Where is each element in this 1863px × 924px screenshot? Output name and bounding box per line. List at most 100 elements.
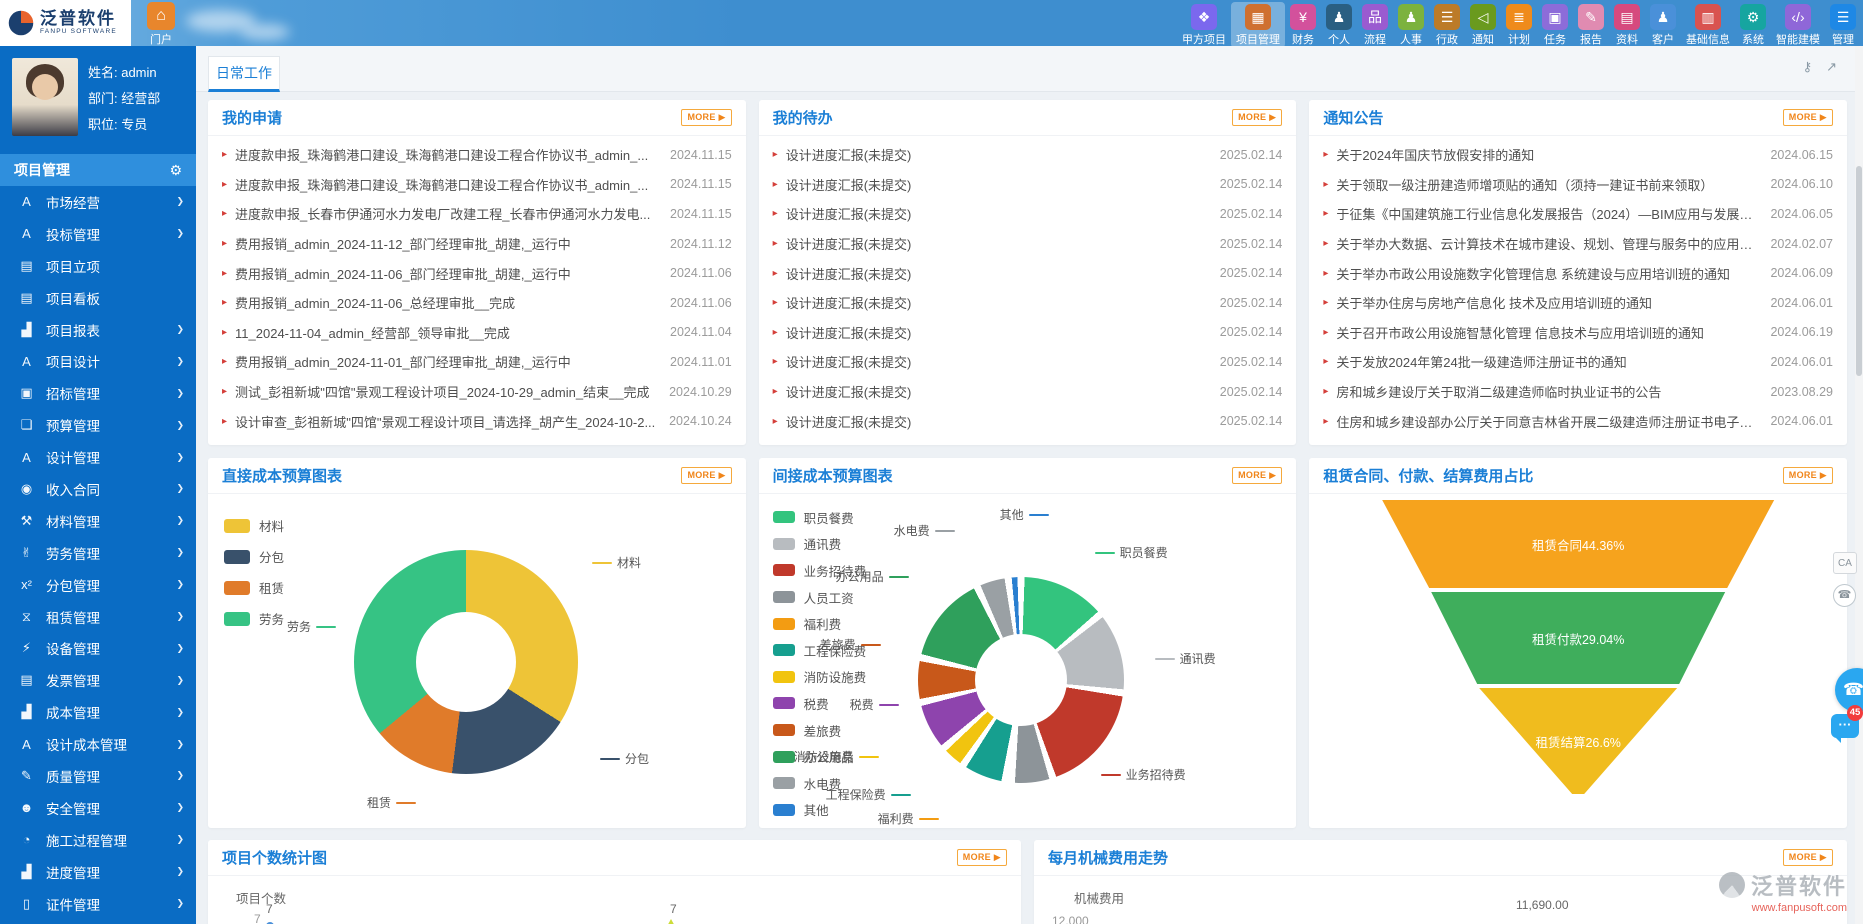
list-item[interactable]: ▸测试_彭祖新城"四馆"景观工程设计项目_2024-10-29_admin_结束… [222,377,732,407]
nav-item-11[interactable]: ✎报告 [1573,2,1609,48]
sidebar-item-20[interactable]: ☻安全管理❯ [0,792,196,824]
legend-item[interactable]: 消防设施费 [773,664,867,691]
nav-item-3[interactable]: ¥财务 [1285,2,1321,48]
sidebar-item-14[interactable]: ⧖租赁管理❯ [0,601,196,633]
direct-cost-donut-chart[interactable] [354,550,578,774]
legend-item[interactable]: 分包 [224,541,284,572]
list-item[interactable]: ▸关于举办市政公用设施数字化管理信息 系统建设与应用培训班的通知2024.06.… [1323,258,1833,288]
nav-item-16[interactable]: ‹/›智能建模 [1771,2,1825,48]
phone-icon[interactable]: ☎ [1833,584,1856,607]
legend-item[interactable]: 劳务 [224,603,284,634]
list-item[interactable]: ▸进度款申报_长春市伊通河水力发电厂改建工程_长春市伊通河水力发电...2024… [222,199,732,229]
list-item[interactable]: ▸关于2024年国庆节放假安排的通知2024.06.15 [1323,140,1833,170]
sidebar-item-3[interactable]: ▤项目立项 [0,250,196,282]
legend-item[interactable]: 差旅费 [773,717,867,744]
sidebar-item-22[interactable]: ▟进度管理❯ [0,856,196,888]
list-item[interactable]: ▸房和城乡建设厅关于取消二级建造师临时执业证书的公告2023.08.29 [1323,377,1833,407]
sidebar-item-8[interactable]: ❏预算管理❯ [0,409,196,441]
more-button[interactable]: MORE ▶ [1783,109,1833,126]
legend-item[interactable]: 福利费 [773,610,867,637]
legend-item[interactable]: 租赁 [224,572,284,603]
sidebar-item-16[interactable]: ▤发票管理❯ [0,664,196,696]
nav-item-2[interactable]: ▦项目管理 [1231,2,1285,48]
sidebar-item-2[interactable]: A投标管理❯ [0,218,196,250]
tab-daily-work[interactable]: 日常工作 [208,56,280,92]
list-item[interactable]: ▸设计进度汇报(未提交)2025.02.14 [773,377,1283,407]
list-item[interactable]: ▸关于举办住房与房地产信息化 技术及应用培训班的通知2024.06.01 [1323,288,1833,318]
list-item[interactable]: ▸设计进度汇报(未提交)2025.02.14 [773,347,1283,377]
nav-item-4[interactable]: ♟个人 [1321,2,1357,48]
sidebar-item-7[interactable]: ▣招标管理❯ [0,377,196,409]
legend-item[interactable]: 材料 [224,510,284,541]
lease-funnel-chart[interactable]: 租赁合同44.36%租赁付款29.04%租赁结算26.6% [1378,500,1778,800]
list-item[interactable]: ▸关于举办大数据、云计算技术在城市建设、规划、管理与服务中的应用培训班...20… [1323,229,1833,259]
more-button[interactable]: MORE ▶ [681,467,731,484]
list-item[interactable]: ▸住房和城乡建设部办公厅关于同意吉林省开展二级建造师注册证书电子化试点...20… [1323,406,1833,436]
funnel-band-3[interactable]: 租赁结算26.6% [1378,688,1778,794]
list-item[interactable]: ▸于征集《中国建筑施工行业信息化发展报告（2024）—BIM应用与发展》材料..… [1323,199,1833,229]
nav-item-13[interactable]: ♟客户 [1645,2,1681,48]
indirect-cost-donut-chart[interactable] [918,577,1124,783]
list-item[interactable]: ▸关于发放2024年第24批一级建造师注册证书的通知2024.06.01 [1323,347,1833,377]
list-item[interactable]: ▸费用报销_admin_2024-11-12_部门经理审批_胡建,_运行中202… [222,229,732,259]
list-item[interactable]: ▸设计进度汇报(未提交)2025.02.14 [773,199,1283,229]
nav-item-8[interactable]: ◁通知 [1465,2,1501,48]
nav-item-10[interactable]: ▣任务 [1537,2,1573,48]
list-item[interactable]: ▸进度款申报_珠海鹤港口建设_珠海鹤港口建设工程合作协议书_admin_...2… [222,140,732,170]
key-icon[interactable]: ⚷ [1803,59,1813,75]
nav-item-5[interactable]: 品流程 [1357,2,1393,48]
nav-item-portal[interactable]: ⌂ 门户 [138,2,184,47]
sidebar-item-1[interactable]: A市场经营❯ [0,186,196,218]
more-button[interactable]: MORE ▶ [1232,109,1282,126]
list-item[interactable]: ▸费用报销_admin_2024-11-06_总经理审批__完成2024.11.… [222,288,732,318]
sidebar-item-15[interactable]: ⚡设备管理❯ [0,632,196,664]
sidebar-item-12[interactable]: ✌劳务管理❯ [0,537,196,569]
sidebar-item-10[interactable]: ◉收入合同❯ [0,473,196,505]
list-item[interactable]: ▸费用报销_admin_2024-11-01_部门经理审批_胡建,_运行中202… [222,347,732,377]
nav-item-14[interactable]: ▥基础信息 [1681,2,1735,48]
scrollbar-thumb[interactable] [1856,166,1862,376]
list-item[interactable]: ▸设计进度汇报(未提交)2025.02.14 [773,406,1283,436]
more-button[interactable]: MORE ▶ [1783,849,1833,866]
list-item[interactable]: ▸11_2024-11-04_admin_经营部_领导审批__完成2024.11… [222,318,732,348]
nav-item-17[interactable]: ☰管理 [1825,2,1861,48]
sidebar-item-11[interactable]: ⚒材料管理❯ [0,505,196,537]
sidebar-item-9[interactable]: A设计管理❯ [0,441,196,473]
more-button[interactable]: MORE ▶ [1232,467,1282,484]
legend-item[interactable]: 人员工资 [773,584,867,611]
sidebar-item-13[interactable]: x²分包管理❯ [0,569,196,601]
sidebar-item-19[interactable]: ✎质量管理❯ [0,760,196,792]
list-item[interactable]: ▸费用报销_admin_2024-11-06_部门经理审批_胡建,_运行中202… [222,258,732,288]
nav-item-1[interactable]: ❖甲方项目 [1177,2,1231,48]
funnel-band-2[interactable]: 租赁付款29.04% [1378,592,1778,684]
gear-icon[interactable]: ⚙ [169,162,182,179]
legend-item[interactable]: 职员餐费 [773,504,867,531]
nav-item-7[interactable]: ☰行政 [1429,2,1465,48]
more-button[interactable]: MORE ▶ [681,109,731,126]
list-item[interactable]: ▸设计进度汇报(未提交)2025.02.14 [773,288,1283,318]
ca-certificate-button[interactable]: CA [1833,552,1857,574]
list-item[interactable]: ▸关于召开市政公用设施智慧化管理 信息技术与应用培训班的通知2024.06.19 [1323,318,1833,348]
list-item[interactable]: ▸进度款申报_珠海鹤港口建设_珠海鹤港口建设工程合作协议书_admin_...2… [222,170,732,200]
nav-item-6[interactable]: ♟人事 [1393,2,1429,48]
sidebar-item-17[interactable]: ▟成本管理❯ [0,696,196,728]
list-item[interactable]: ▸设计进度汇报(未提交)2025.02.14 [773,140,1283,170]
list-item[interactable]: ▸设计进度汇报(未提交)2025.02.14 [773,318,1283,348]
sidebar-item-18[interactable]: A设计成本管理❯ [0,728,196,760]
funnel-band-1[interactable]: 租赁合同44.36% [1378,500,1778,588]
more-button[interactable]: MORE ▶ [1783,467,1833,484]
share-icon[interactable]: ↗ [1826,59,1837,75]
sidebar-item-21[interactable]: ◔施工过程管理❯ [0,824,196,856]
list-item[interactable]: ▸设计进度汇报(未提交)2025.02.14 [773,258,1283,288]
list-item[interactable]: ▸关于领取一级注册建造师增项贴的通知（须持一建证书前来领取）2024.06.10 [1323,170,1833,200]
nav-item-12[interactable]: ▤资料 [1609,2,1645,48]
chat-button[interactable]: ··· 45 [1831,714,1859,738]
sidebar-item-5[interactable]: ▟项目报表❯ [0,314,196,346]
more-button[interactable]: MORE ▶ [957,849,1007,866]
list-item[interactable]: ▸设计审查_彭祖新城"四馆"景观工程设计项目_请选择_胡产生_2024-10-2… [222,406,732,436]
list-item[interactable]: ▸设计进度汇报(未提交)2025.02.14 [773,229,1283,259]
list-item[interactable]: ▸设计进度汇报(未提交)2025.02.14 [773,170,1283,200]
legend-item[interactable]: 通讯费 [773,531,867,558]
nav-item-9[interactable]: ≣计划 [1501,2,1537,48]
nav-item-15[interactable]: ⚙系统 [1735,2,1771,48]
